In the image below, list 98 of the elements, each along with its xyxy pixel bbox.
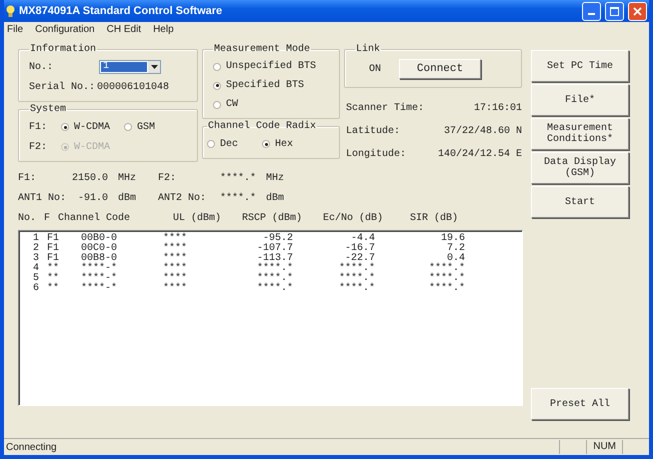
column-header: RSCP (dBm) [240, 212, 303, 224]
column-header: SIR (dB) [408, 212, 459, 224]
menu-item[interactable]: File [6, 24, 24, 34]
reading-value: -91.0 [76, 192, 109, 204]
field-label: F1: [29, 122, 48, 132]
serial-number: 000006101048 [97, 82, 170, 92]
connect-button[interactable]: Connect [399, 59, 482, 79]
table-cell-text: ****-* [80, 264, 118, 274]
info-value: 140/24/12.54 E [438, 148, 522, 160]
table-cell-text: 4 [32, 264, 40, 274]
maximize-button[interactable] [605, 2, 624, 20]
menu-item[interactable]: Help [152, 24, 175, 34]
radio-button[interactable]: Unspecified BTS [213, 61, 316, 72]
radio-button[interactable]: Specified BTS [213, 80, 304, 91]
column-header: Ec/No (dB) [322, 212, 384, 224]
table-cell-text: **** [162, 264, 188, 274]
num-lock-indicator: NUM [586, 440, 622, 454]
link-status: ON [369, 64, 382, 74]
info-label: Latitude: [346, 126, 400, 136]
table-cell-text: -107.7 [256, 244, 293, 254]
menu-item[interactable]: CH Edit [106, 24, 142, 34]
table-cell-text: **** [162, 234, 188, 244]
close-icon [633, 6, 642, 16]
group-title: System [29, 104, 68, 115]
action-button[interactable]: Measurement Conditions* [531, 118, 629, 150]
reading-label: ANT2 No: [158, 192, 208, 204]
close-button[interactable] [628, 2, 647, 20]
table-cell-text: ****.* [338, 264, 375, 274]
info-value: 17:16:01 [474, 102, 522, 114]
column-header: No. [18, 212, 38, 224]
reading-label: F1: [18, 172, 38, 184]
table-cell-text: -16.7 [344, 244, 375, 254]
table-cell-text: -113.7 [256, 254, 293, 264]
table-cell-text: -4.4 [350, 234, 375, 244]
table-cell-text: **** [162, 274, 188, 284]
maximize-icon [610, 6, 619, 16]
table-cell-text: 3 [32, 254, 40, 264]
group-title: Link [355, 44, 382, 55]
status-text: Connecting [5, 442, 58, 452]
table-cell-text: -22.7 [344, 254, 375, 264]
table-cell-text: 6 [32, 284, 40, 294]
bulb-icon [6, 4, 15, 18]
column-header: F [44, 212, 52, 224]
table-cell-text: ****.* [256, 274, 293, 284]
table-cell-text: ****-* [80, 284, 118, 294]
table-cell-text: 19.6 [440, 234, 465, 244]
table-cell-text: ****.* [428, 284, 465, 294]
minimize-icon [588, 13, 595, 15]
minimize-button[interactable] [582, 2, 601, 20]
table-cell-text: 0.4 [446, 254, 465, 264]
table-cell-text: -95.2 [262, 234, 293, 244]
reading-label: F2: [158, 172, 178, 184]
table-cell-text: **** [162, 284, 188, 294]
window-title: MX874091A Standard Control Software [19, 5, 224, 17]
group-title: Channel Code Radix [207, 121, 318, 132]
reading-value: 2150.0 [70, 172, 109, 184]
table-cell-text: 2 [32, 244, 40, 254]
menu-item[interactable]: Configuration [34, 24, 96, 34]
action-button[interactable]: Start [531, 186, 629, 218]
radio-button[interactable]: GSM [124, 122, 156, 132]
info-value: 37/22/48.60 N [444, 126, 522, 136]
table-cell-text: **** [162, 244, 188, 254]
table-cell-text: ****.* [338, 274, 375, 284]
table-cell-text: 7.2 [446, 244, 465, 254]
table-cell-text: ****-* [80, 274, 118, 284]
unit-label: MHz [266, 172, 286, 184]
table-cell-text: ****.* [428, 264, 465, 274]
group-title: Information [29, 44, 98, 55]
radio-button[interactable]: Dec [207, 138, 238, 150]
radio-button[interactable]: W-CDMA [61, 122, 110, 132]
dropdown-arrow-icon [150, 65, 158, 69]
unit-label: dBm [266, 192, 286, 204]
column-header: UL (dBm) [172, 212, 222, 224]
unit-label: MHz [118, 172, 138, 184]
info-label: Longitude: [346, 148, 406, 160]
table-cell-text: 1 [32, 234, 40, 244]
field-label: F2: [29, 142, 48, 152]
preset-all-button[interactable]: Preset All [531, 388, 629, 420]
action-button[interactable]: File* [531, 84, 629, 116]
reading-label: ANT1 No: [18, 192, 68, 204]
group-title: Measurement Mode [213, 44, 312, 55]
table-cell-text: ****.* [428, 274, 465, 284]
reading-value: ****.* [218, 172, 257, 184]
table-cell-text: ****.* [338, 284, 375, 294]
column-header: Channel Code [58, 212, 132, 224]
field-label: Serial No.: [29, 82, 96, 92]
info-label: Scanner Time: [346, 102, 424, 114]
action-button[interactable]: Set PC Time [531, 50, 629, 82]
action-button[interactable]: Data Display (GSM) [531, 152, 629, 184]
table-cell-text: 5 [32, 274, 40, 284]
reading-value: ****.* [218, 192, 257, 204]
table-cell-text: ****.* [256, 264, 293, 274]
radio-button[interactable]: CW [213, 99, 238, 110]
unit-label: dBm [118, 192, 138, 204]
field-label: No.: [29, 62, 54, 72]
radio-button[interactable]: Hex [262, 138, 294, 150]
table-cell-text: ****.* [256, 284, 293, 294]
table-cell-text: **** [162, 254, 188, 264]
